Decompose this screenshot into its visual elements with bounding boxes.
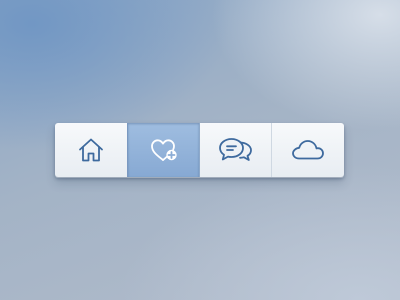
tab-home[interactable] xyxy=(55,123,127,177)
tab-favorites[interactable] xyxy=(127,123,199,177)
chat-bubbles-icon xyxy=(217,136,255,164)
tab-bar xyxy=(55,123,344,177)
cloud-icon xyxy=(290,137,326,163)
tab-messages[interactable] xyxy=(199,123,271,177)
home-icon xyxy=(77,137,105,163)
heart-plus-icon xyxy=(149,137,179,163)
tab-cloud[interactable] xyxy=(271,123,344,177)
